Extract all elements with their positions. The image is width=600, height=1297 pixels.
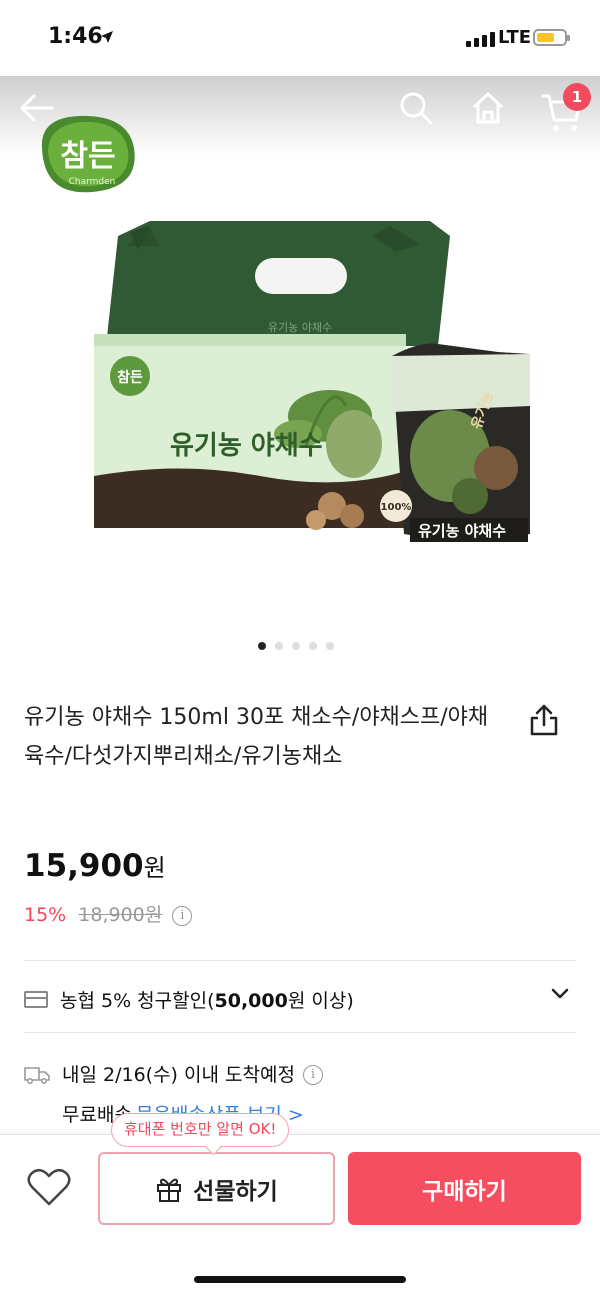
buy-button[interactable]: 구매하기 bbox=[348, 1152, 581, 1225]
share-icon[interactable] bbox=[528, 703, 560, 737]
box-top-text: 유기농 야채수 bbox=[268, 321, 332, 334]
arrival-date: 내일 2/16(수) 이내 도착예정 bbox=[62, 1064, 295, 1086]
home-indicator bbox=[194, 1276, 406, 1283]
product-title: 유기농 야채수 150ml 30포 채소수/야채스프/야채육수/다섯가지뿌리채소… bbox=[24, 705, 489, 769]
status-bar: 1:46 LTE bbox=[0, 0, 600, 76]
box-label: 유기농 야채수 bbox=[170, 431, 323, 461]
sale-price-value: 15,900 bbox=[24, 848, 144, 884]
status-time: 1:46 bbox=[48, 24, 103, 49]
battery-icon bbox=[533, 29, 570, 46]
gift-icon bbox=[157, 1178, 182, 1202]
card-benefit-amount: 50,000 bbox=[214, 989, 288, 1012]
network-label: LTE bbox=[498, 27, 532, 48]
gift-button-label: 선물하기 bbox=[193, 1178, 278, 1205]
gift-tooltip: 휴대폰 번호만 알면 OK! bbox=[111, 1113, 290, 1147]
cart-count-badge: 1 bbox=[563, 83, 591, 111]
price-info-icon[interactable]: i bbox=[172, 905, 193, 926]
logo-main-text: 참든 bbox=[60, 139, 115, 174]
original-price: 18,900원 bbox=[78, 904, 163, 926]
pouch-label: 유기농 야채수 bbox=[418, 522, 506, 540]
chevron-down-icon[interactable] bbox=[550, 987, 570, 1001]
logo-sub-text: Charmden bbox=[69, 177, 116, 187]
card-benefit-text: 농협 5% 청구할인(50,000원 이상) bbox=[60, 986, 354, 1013]
wishlist-heart-icon[interactable] bbox=[26, 1168, 72, 1208]
truck-icon bbox=[24, 1067, 50, 1084]
back-arrow-icon[interactable] bbox=[18, 92, 54, 124]
carousel-dot[interactable] bbox=[309, 642, 317, 650]
shipping-info-icon[interactable]: i bbox=[302, 1065, 323, 1085]
divider bbox=[24, 1032, 576, 1033]
card-benefit-suffix: 원 이상) bbox=[287, 989, 354, 1012]
card-benefit-row[interactable]: 농협 5% 청구할인(50,000원 이상) bbox=[24, 983, 576, 1015]
card-benefit-prefix: 농협 5% 청구할인( bbox=[60, 989, 215, 1012]
price-unit: 원 bbox=[143, 854, 166, 882]
gift-button[interactable]: 선물하기 bbox=[98, 1152, 335, 1225]
pouch-badge: 100% bbox=[381, 502, 412, 513]
carousel-dot-active[interactable] bbox=[258, 642, 266, 650]
signal-icon bbox=[466, 32, 495, 47]
discount-percent: 15% bbox=[24, 904, 67, 926]
carousel-dot[interactable] bbox=[326, 642, 334, 650]
carousel-dot[interactable] bbox=[292, 642, 300, 650]
divider bbox=[24, 960, 576, 961]
sale-price: 15,900원 bbox=[24, 848, 166, 884]
box-logo: 참든 bbox=[117, 370, 143, 386]
credit-card-icon bbox=[24, 990, 48, 1008]
search-icon[interactable] bbox=[398, 90, 434, 126]
carousel-dot[interactable] bbox=[275, 642, 283, 650]
discount-row: 15% 18,900원 i bbox=[24, 900, 193, 927]
home-icon[interactable] bbox=[470, 90, 506, 126]
location-arrow-icon bbox=[101, 31, 113, 43]
carousel-dots bbox=[258, 642, 334, 650]
